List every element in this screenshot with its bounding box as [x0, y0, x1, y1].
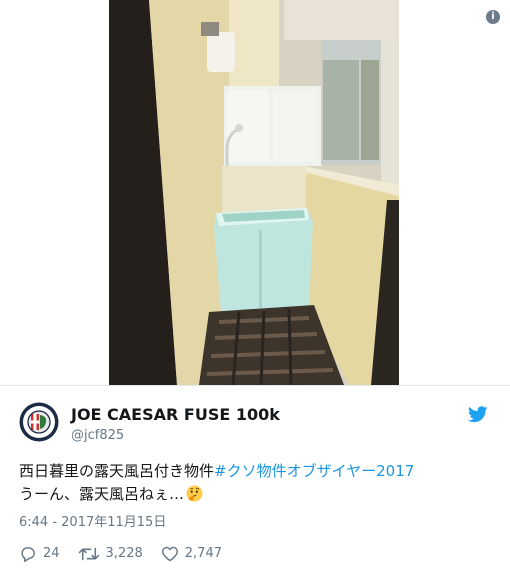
info-icon[interactable]: i: [486, 10, 500, 24]
twitter-bird-icon[interactable]: [468, 406, 488, 423]
tweet-text: 西日暮里の露天風呂付き物件#クソ物件オブザイヤー2017 うーん、露天風呂ねぇ…: [19, 460, 494, 506]
like-button[interactable]: 2,747: [161, 546, 222, 562]
retweet-button[interactable]: 3,228: [78, 546, 143, 562]
tweet-media: i: [0, 0, 510, 385]
reply-button[interactable]: 24: [19, 546, 60, 562]
avatar[interactable]: [19, 402, 59, 442]
tweet-timestamp[interactable]: 6:44 - 2017年11月15日: [19, 515, 166, 531]
retweet-icon: [78, 547, 99, 561]
heart-icon: [161, 546, 178, 562]
tweet-text-body: 西日暮里の露天風呂付き物件: [19, 462, 215, 480]
tweet-card: JOE CAESAR FUSE 100k @jcf825 西日暮里の露天風呂付き…: [0, 386, 510, 583]
tweet-text-line2: うーん、露天風呂ねぇ…: [19, 485, 185, 503]
hashtag-link[interactable]: #クソ物件オブザイヤー2017: [214, 462, 414, 480]
reply-count: 24: [43, 546, 60, 561]
thinking-face-emoji-icon: [186, 485, 203, 502]
balcony-bath-photo: [109, 0, 399, 385]
tweet-photo[interactable]: [109, 0, 399, 385]
like-count: 2,747: [184, 546, 222, 561]
retweet-count: 3,228: [105, 546, 143, 561]
reply-icon: [21, 547, 35, 562]
user-handle[interactable]: @jcf825: [71, 428, 124, 444]
display-name[interactable]: JOE CAESAR FUSE 100k: [71, 406, 280, 424]
tweet-actions: 24 3,228 2,747: [19, 543, 240, 565]
